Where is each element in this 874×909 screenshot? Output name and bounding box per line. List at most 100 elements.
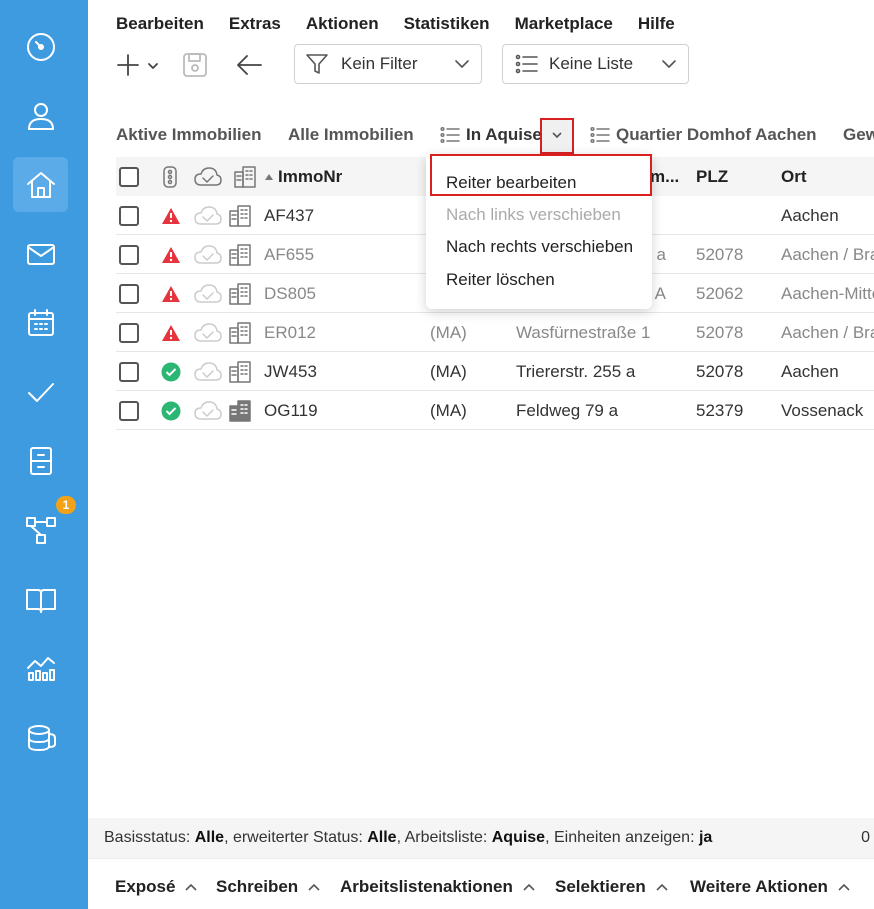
filter-select[interactable]: Kein Filter	[294, 44, 482, 84]
filter-label: Kein Filter	[341, 54, 418, 73]
cell-street: Triererstr. 255 a	[516, 361, 636, 381]
chevron-down-icon	[662, 60, 676, 68]
select-all-checkbox[interactable]	[119, 157, 139, 196]
building-icon	[229, 313, 251, 352]
tab-aktive-immobilien[interactable]: Aktive Immobilien	[116, 125, 261, 145]
table-row[interactable]: JW453 (MA) Triererstr. 255 a 52078 Aache…	[116, 352, 874, 391]
cell-plz: 52078	[696, 244, 744, 264]
cell-street: Wasfürnestraße 1	[516, 322, 651, 342]
row-checkbox[interactable]	[119, 352, 139, 391]
menu-aktionen[interactable]: Aktionen	[306, 14, 379, 34]
cell-immonr: DS805	[264, 283, 316, 303]
statistics-icon[interactable]	[13, 640, 68, 695]
cell-ma: (MA)	[430, 322, 467, 342]
cloud-check-icon	[194, 274, 222, 313]
notification-badge: 1	[54, 494, 78, 516]
menu-nach-links-verschieben: Nach links verschieben	[446, 205, 621, 224]
calendar-icon[interactable]	[13, 295, 68, 350]
menu-bearbeiten[interactable]: Bearbeiten	[116, 14, 204, 34]
traffic-light-icon[interactable]	[162, 157, 178, 196]
process-icon[interactable]: 1	[13, 494, 78, 557]
table-row[interactable]: OG119 (MA) Feldweg 79 a 52379 Vossenack	[116, 391, 874, 430]
cell-immonr: OG119	[264, 400, 318, 420]
building-icon	[229, 235, 251, 274]
row-checkbox[interactable]	[119, 313, 139, 352]
warning-icon	[162, 324, 180, 341]
menu-marketplace[interactable]: Marketplace	[515, 14, 613, 34]
weitere-aktionen-button[interactable]: Weitere Aktionen	[690, 877, 850, 897]
menu-hilfe[interactable]: Hilfe	[638, 14, 675, 34]
dashboard-icon[interactable]	[13, 19, 68, 74]
tab-in-aquise[interactable]: In Aquise	[440, 125, 542, 145]
list-label: Keine Liste	[549, 54, 634, 73]
database-icon[interactable]	[13, 709, 68, 764]
cell-ort: Vossenack	[781, 400, 864, 420]
cell-ort: Aachen / Bra	[781, 244, 874, 264]
menubar: Bearbeiten Extras Aktionen Statistiken M…	[116, 14, 700, 34]
cell-street: Feldweg 79 a	[516, 400, 619, 420]
list-icon	[440, 126, 460, 144]
arbeitslistenaktionen-button[interactable]: Arbeitslistenaktionen	[340, 877, 535, 897]
status-icon	[161, 391, 181, 430]
filter-icon	[306, 54, 328, 74]
list-select[interactable]: Keine Liste	[502, 44, 689, 84]
row-checkbox[interactable]	[119, 274, 139, 313]
mail-icon[interactable]	[13, 226, 68, 281]
row-checkbox[interactable]	[119, 235, 139, 274]
building-icon	[229, 274, 251, 313]
status-basis-value: Alle	[194, 829, 225, 846]
tasks-icon[interactable]	[13, 364, 68, 419]
building-icon	[229, 391, 251, 430]
menu-statistiken[interactable]: Statistiken	[404, 14, 490, 34]
menu-reiter-loeschen[interactable]: Reiter löschen	[446, 270, 555, 290]
column-partial[interactable]: m...	[650, 157, 679, 196]
cloud-check-icon[interactable]	[194, 157, 222, 196]
status-einheiten-value: ja	[698, 829, 713, 846]
sort-ascending-icon	[265, 173, 273, 180]
cell-ma: (MA)	[430, 361, 467, 381]
cell-plz: 52062	[696, 283, 744, 303]
menu-extras[interactable]: Extras	[229, 14, 281, 34]
table-row[interactable]: ER012 (MA) Wasfürnestraße 1 52078 Aachen…	[116, 313, 874, 352]
column-plz[interactable]: PLZ	[696, 157, 728, 196]
column-immonr[interactable]: ImmoNr	[264, 157, 342, 196]
back-button[interactable]	[235, 52, 263, 83]
add-button[interactable]	[116, 52, 162, 83]
status-count: 0	[861, 829, 870, 846]
tab-context-menu: Reiter bearbeiten Nach links verschieben…	[426, 154, 652, 309]
tab-menu-toggle[interactable]	[540, 118, 574, 154]
status-liste-value: Aquise	[491, 829, 546, 846]
cell-ort: Aachen	[781, 205, 839, 225]
tab-alle-immobilien[interactable]: Alle Immobilien	[288, 125, 414, 145]
book-icon[interactable]	[13, 571, 68, 626]
contacts-icon[interactable]	[13, 88, 68, 143]
chevron-up-icon	[838, 883, 850, 891]
files-icon[interactable]	[13, 433, 68, 488]
expose-button[interactable]: Exposé	[115, 877, 198, 897]
cell-plz: 52379	[696, 400, 744, 420]
plus-icon	[117, 54, 139, 76]
schreiben-button[interactable]: Schreiben	[216, 877, 320, 897]
status-icon	[161, 235, 181, 274]
warning-icon	[162, 285, 180, 302]
warning-icon	[162, 207, 180, 224]
save-button[interactable]	[182, 52, 208, 83]
selektieren-button[interactable]: Selektieren	[555, 877, 668, 897]
cell-plz: 52078	[696, 322, 744, 342]
row-checkbox[interactable]	[119, 196, 139, 235]
column-ort[interactable]: Ort	[781, 157, 807, 196]
chevron-down-icon	[552, 132, 562, 139]
row-checkbox[interactable]	[119, 391, 139, 430]
sidebar: 1	[0, 0, 88, 909]
properties-icon[interactable]	[13, 157, 68, 212]
building-icon[interactable]	[234, 157, 256, 196]
cloud-check-icon	[194, 235, 222, 274]
chevron-up-icon	[523, 883, 535, 891]
menu-nach-rechts-verschieben[interactable]: Nach rechts verschieben	[446, 237, 633, 257]
tab-quartier-domhof[interactable]: Quartier Domhof Aachen	[590, 125, 817, 145]
cell-immonr: JW453	[264, 361, 317, 381]
tab-gew[interactable]: Gew	[843, 125, 874, 145]
cell-ort: Aachen / Bra	[781, 322, 874, 342]
status-basis-label: Basisstatus:	[104, 829, 191, 846]
menu-reiter-bearbeiten[interactable]: Reiter bearbeiten	[446, 173, 576, 193]
